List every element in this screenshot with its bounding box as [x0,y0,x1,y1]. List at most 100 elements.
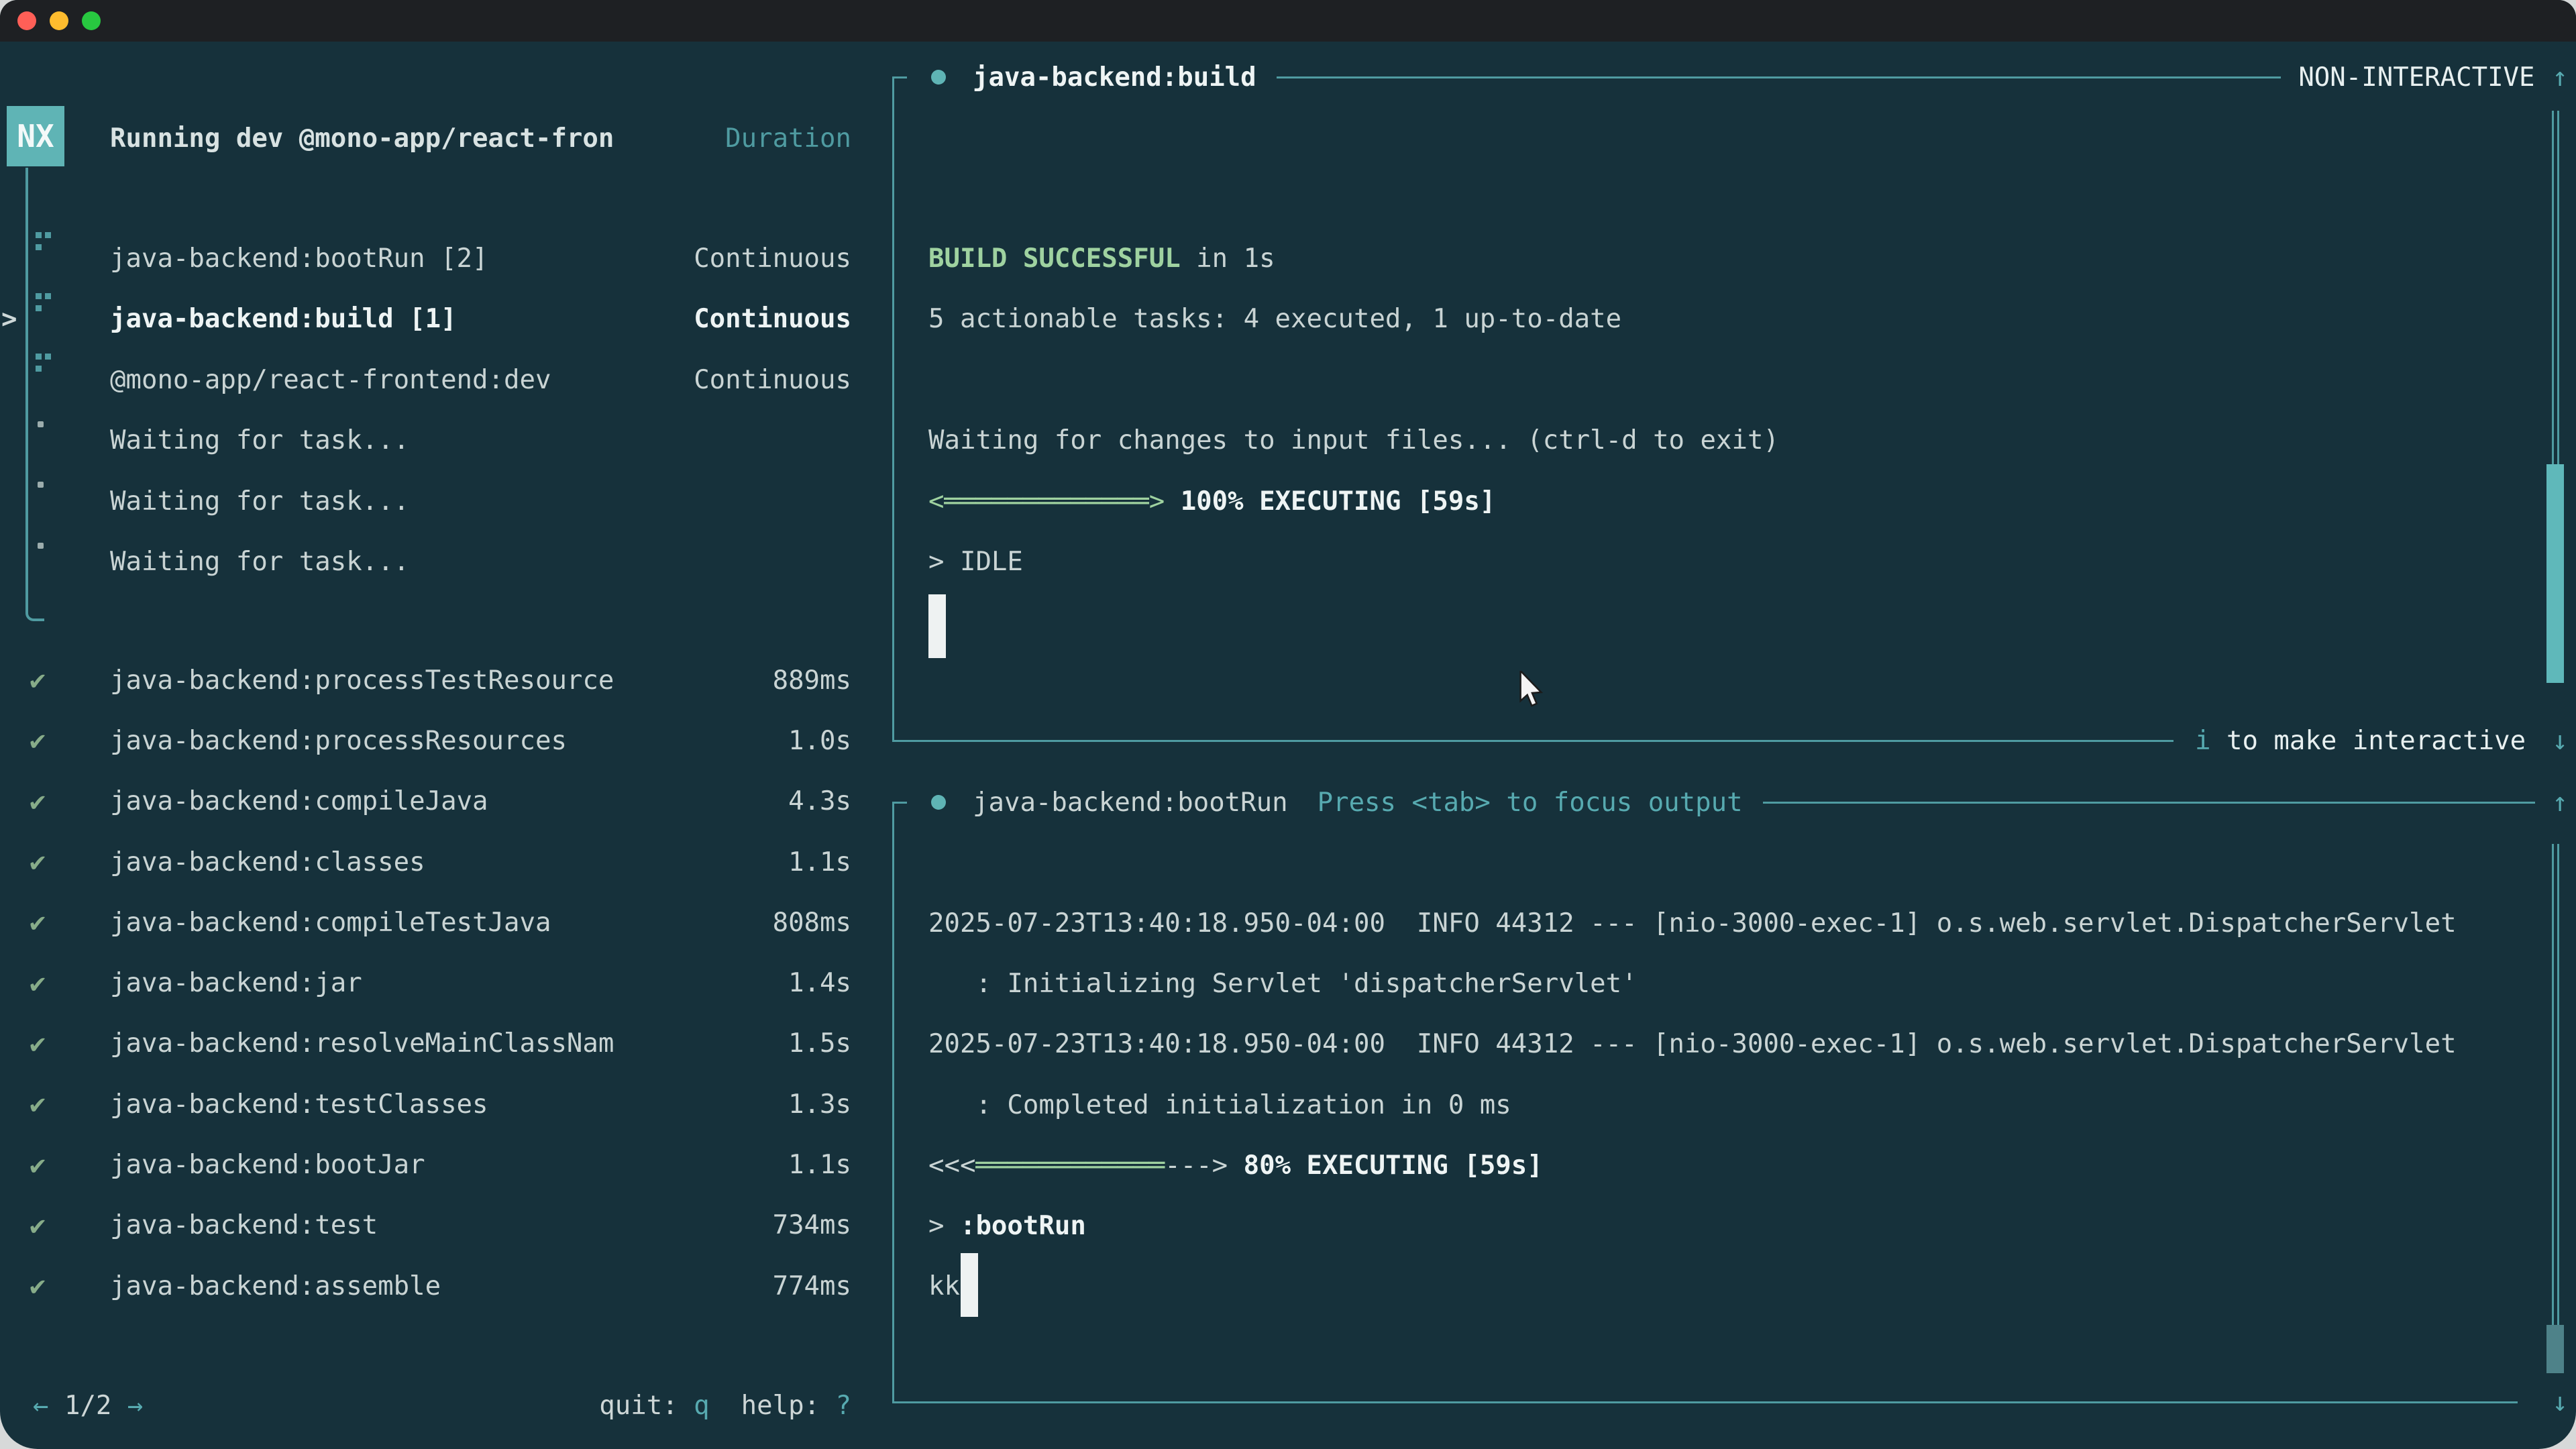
help-key[interactable]: ? [836,1391,851,1421]
interactive-hint-key[interactable]: i [2195,726,2210,756]
completed-task-row[interactable]: ✔ java-backend:processResources 1.0s [0,710,872,771]
tasks-summary-text: 5 actionable tasks: 4 executed, 1 up-to-… [928,304,1621,334]
bootrun-pane-header[interactable]: java-backend:bootRun Press <tab> to focu… [892,772,2576,833]
build-terminal-cursor [928,594,946,658]
task-name: java-backend:bootRun [2] [110,244,488,274]
build-scrollbar-track[interactable] [2552,111,2559,464]
task-name: java-backend:build [1] [110,304,457,334]
check-icon: ✔ [30,1150,46,1181]
task-status: Continuous [694,244,851,274]
check-icon: ✔ [30,1210,46,1241]
progress-bar: ═════════════ [944,486,1148,517]
task-duration: 1.1s [788,1150,851,1180]
page-next-icon[interactable]: → [127,1391,143,1421]
completed-task-row[interactable]: ✔ java-backend:compileTestJava 808ms [0,892,872,953]
progress-close: > [1149,486,1165,517]
check-icon: ✔ [30,907,46,938]
page-indicator: 1/2 [48,1391,127,1421]
build-waiting-line: Waiting for changes to input files... (c… [928,411,2471,472]
scroll-down-icon[interactable]: ↓ [2553,726,2568,756]
progress-post: ---> [1165,1150,1228,1181]
bootrun-pane-left-border [892,802,894,1402]
waiting-task-row: Waiting for task... [0,532,872,593]
waiting-task-row: Waiting for task... [0,471,872,532]
task-duration: 889ms [773,665,851,696]
waiting-task-list: Waiting for task... Waiting for task... … [0,411,872,593]
build-success-text: BUILD SUCCESSFUL [928,244,1181,274]
header-rule [1277,76,2282,78]
completed-task-row[interactable]: ✔ java-backend:classes 1.1s [0,832,872,892]
check-icon: ✔ [30,1028,46,1059]
sidebar-title: Running dev @mono-app/react-fron [110,123,614,154]
task-name: java-backend:jar [110,968,362,998]
border-corner [892,76,907,78]
check-icon: ✔ [30,1271,46,1301]
running-task-row[interactable]: > java-backend:bootRun [2] Continuous [0,228,872,289]
build-pane-header[interactable]: java-backend:build NON-INTERACTIVE ↑ [892,47,2576,107]
task-duration: 734ms [773,1210,851,1240]
log-line: 2025-07-23T13:40:18.950-04:00 INFO 44312… [928,893,2471,953]
task-duration: 1.4s [788,968,851,998]
task-name: java-backend:processResources [110,726,567,756]
build-pane-output[interactable]: BUILD SUCCESSFUL in 1s 5 actionable task… [928,228,2471,592]
completed-task-row[interactable]: ✔ java-backend:test 734ms [0,1195,872,1256]
help-label: help: [741,1391,836,1421]
completed-task-row[interactable]: ✔ java-backend:resolveMainClassNam 1.5s [0,1014,872,1074]
quit-key[interactable]: q [694,1391,709,1421]
check-icon: ✔ [30,786,46,817]
completed-task-list: ✔ java-backend:processTestResource 889ms… [0,650,872,1316]
running-task-row[interactable]: > java-backend:build [1] Continuous [0,289,872,350]
waiting-label: Waiting for task... [110,486,409,517]
page-prev-icon[interactable]: ← [33,1391,48,1421]
waiting-label: Waiting for task... [110,547,409,577]
mode-badge: NON-INTERACTIVE [2298,62,2534,93]
check-icon: ✔ [30,1089,46,1120]
completed-task-row[interactable]: ✔ java-backend:assemble 774ms [0,1256,872,1316]
task-duration: 1.3s [788,1089,851,1120]
scroll-down-icon[interactable]: ↓ [2553,1387,2568,1417]
mouse-cursor [1517,671,1544,715]
running-task-row[interactable]: > @mono-app/react-frontend:dev Continuou… [0,350,872,411]
footer-rule [892,1401,2518,1403]
bootrun-pane-title: java-backend:bootRun [973,788,1288,818]
progress-pre: <<< [928,1150,975,1181]
task-duration: 4.3s [788,786,851,816]
bullet-icon [38,543,44,549]
check-icon: ✔ [30,968,46,999]
task-name: java-backend:compileJava [110,786,488,816]
task-dot-icon [931,795,946,810]
completed-task-row[interactable]: ✔ java-backend:bootJar 1.1s [0,1134,872,1195]
bootrun-scrollbar-track[interactable] [2552,844,2559,1340]
build-scrollbar-thumb[interactable] [2546,464,2564,683]
completed-task-row[interactable]: ✔ java-backend:testClasses 1.3s [0,1074,872,1134]
quit-label: quit: [599,1391,694,1421]
bootrun-log-list: 2025-07-23T13:40:18.950-04:00 INFO 44312… [928,893,2471,1135]
bootrun-scrollbar-thumb[interactable] [2546,1325,2564,1373]
build-progress-line: <═════════════> 100% EXECUTING [59s] [928,471,2471,532]
scroll-up-icon[interactable]: ↑ [2553,62,2568,93]
check-icon: ✔ [30,847,46,877]
task-name: java-backend:assemble [110,1271,441,1301]
task-status: Continuous [694,365,851,395]
log-text: 2025-07-23T13:40:18.950-04:00 INFO 44312… [928,1029,2457,1059]
sidebar-header: Running dev @mono-app/react-fron Duratio… [0,108,872,168]
terminal-window: NX Running dev @mono-app/react-fron Dura… [0,0,2576,1449]
completed-task-row[interactable]: ✔ java-backend:processTestResource 889ms [0,650,872,710]
completed-task-row[interactable]: ✔ java-backend:compileJava 4.3s [0,771,872,832]
waiting-label: Waiting for task... [110,425,409,455]
build-time-text: in 1s [1181,244,1275,274]
check-icon: ✔ [30,725,46,756]
scroll-up-icon[interactable]: ↑ [2553,788,2568,818]
task-status: Continuous [694,304,851,334]
duration-column-header: Duration [725,123,851,154]
progress-bar: ════════════ [975,1150,1165,1181]
bootrun-pane-output[interactable]: 2025-07-23T13:40:18.950-04:00 INFO 44312… [928,893,2471,1317]
idle-text: > IDLE [928,547,1023,577]
log-line: : Completed initialization in 0 ms [928,1075,2471,1135]
completed-task-row[interactable]: ✔ java-backend:jar 1.4s [0,953,872,1013]
task-duration: 1.1s [788,847,851,877]
command-text: :bootRun [960,1211,1086,1241]
blank-line [928,350,2471,411]
prompt-text: > [928,1211,960,1241]
task-sidebar: NX Running dev @mono-app/react-fron Dura… [0,0,872,1449]
